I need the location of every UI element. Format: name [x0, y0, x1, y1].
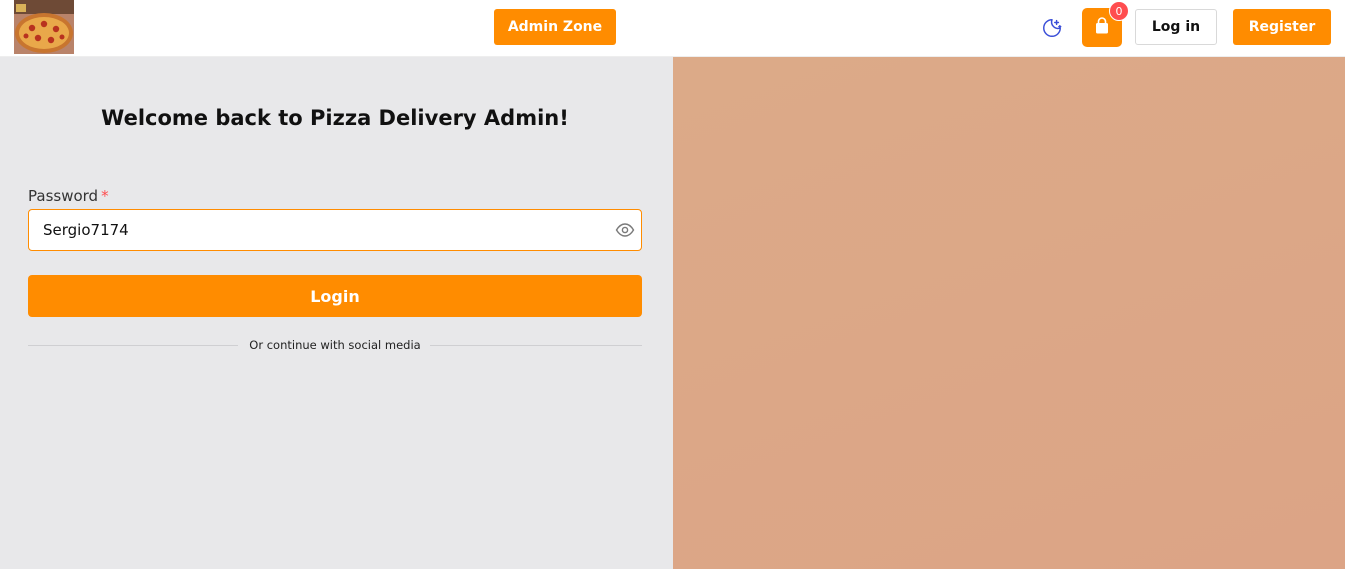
top-navbar: Admin Zone 0 Log in Register	[0, 0, 1345, 57]
pizza-logo[interactable]	[14, 0, 74, 54]
decorative-side-panel	[673, 57, 1345, 569]
password-label: Password *	[28, 187, 109, 205]
page-title: Welcome back to Pizza Delivery Admin!	[101, 106, 569, 130]
password-field[interactable]	[28, 209, 642, 251]
moon-stars-icon[interactable]	[1038, 14, 1066, 42]
register-button[interactable]: Register	[1233, 9, 1331, 45]
cart-count-badge: 0	[1109, 1, 1129, 21]
password-label-text: Password	[28, 187, 99, 205]
login-submit-button[interactable]: Login	[28, 275, 642, 317]
admin-zone-button[interactable]: Admin Zone	[494, 9, 616, 45]
eye-icon[interactable]	[615, 222, 635, 238]
login-nav-button[interactable]: Log in	[1135, 9, 1217, 45]
login-form-panel: Welcome back to Pizza Delivery Admin! Pa…	[0, 57, 673, 569]
required-mark: *	[101, 187, 109, 205]
social-divider: Or continue with social media	[28, 338, 642, 354]
password-input[interactable]	[43, 210, 603, 250]
divider-line-right	[430, 345, 642, 346]
shopping-bag-icon	[1094, 16, 1110, 39]
